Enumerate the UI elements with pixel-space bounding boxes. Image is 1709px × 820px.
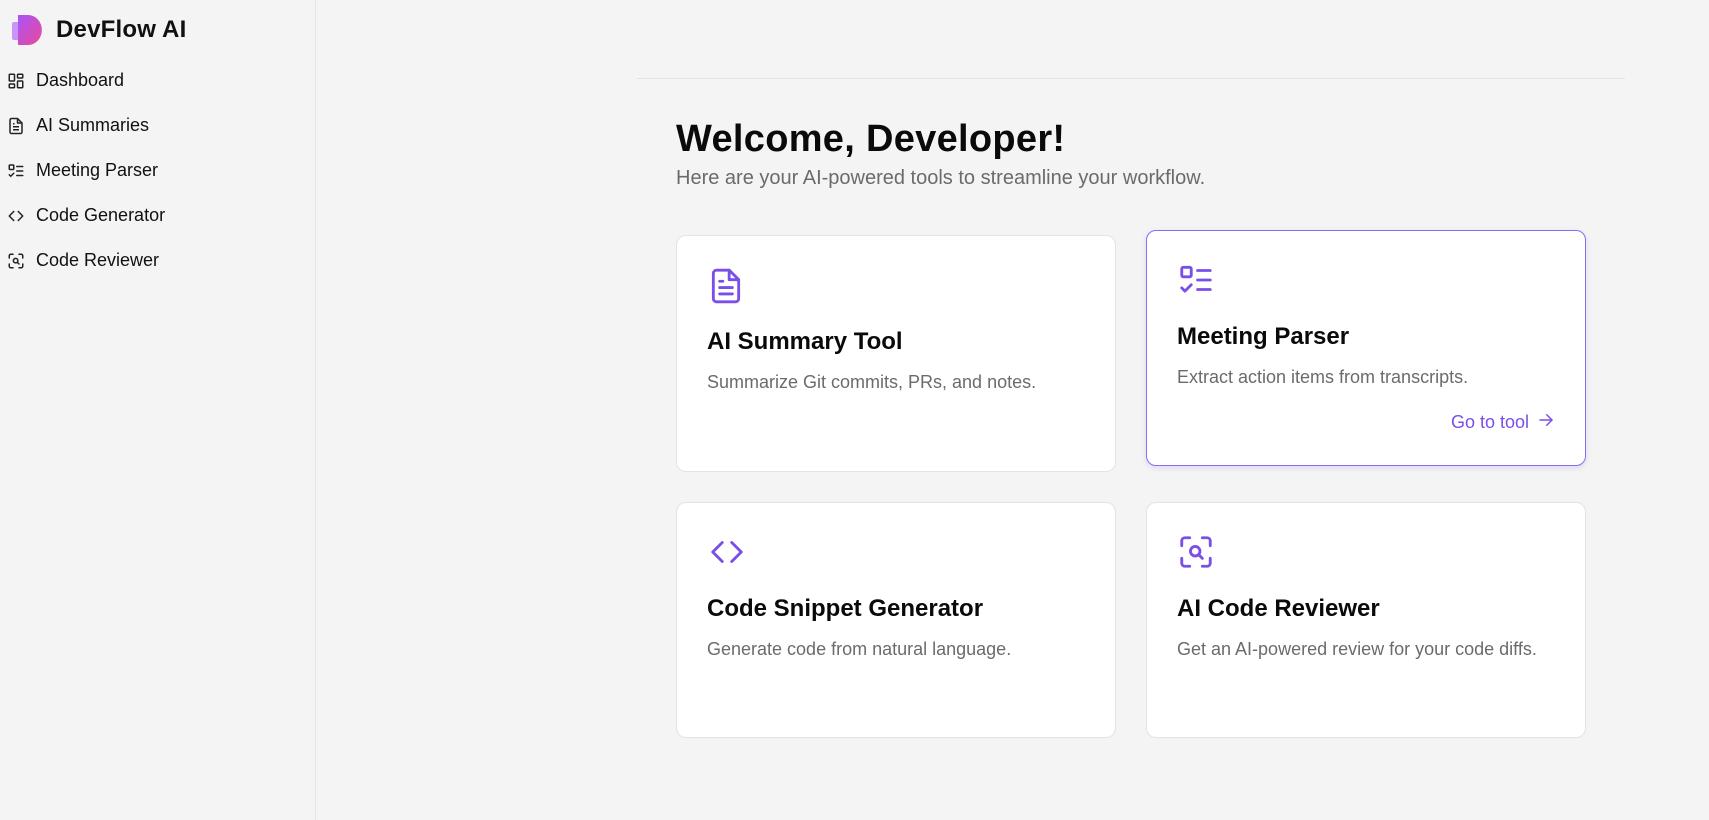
code-brackets-icon [707, 533, 745, 571]
card-description: Get an AI-powered review for your code d… [1177, 639, 1537, 659]
sidebar-item-label: AI Summaries [36, 115, 150, 135]
card-title: Code Snippet Generator [707, 595, 984, 622]
page-title: Welcome, Developer! [676, 118, 1066, 160]
sidebar-item-label: Dashboard [36, 70, 125, 90]
checklist-icon [6, 161, 26, 181]
sidebar: DevFlow AI Dashboard AI Summaries Meetin… [0, 0, 316, 820]
checklist-icon [1177, 261, 1215, 299]
sidebar-item-meeting-parser[interactable]: Meeting Parser [0, 148, 316, 193]
card-title: AI Code Reviewer [1177, 595, 1380, 622]
app-title: DevFlow AI [56, 16, 187, 43]
page-subtitle: Here are your AI-powered tools to stream… [676, 167, 1206, 189]
sidebar-nav: Dashboard AI Summaries Meeting Parser Co… [0, 58, 316, 283]
card-description: Summarize Git commits, PRs, and notes. [707, 372, 1037, 392]
sidebar-item-ai-summaries[interactable]: AI Summaries [0, 103, 316, 148]
sidebar-item-label: Code Generator [36, 205, 166, 225]
sidebar-item-code-reviewer[interactable]: Code Reviewer [0, 238, 316, 283]
document-icon [707, 266, 745, 304]
go-to-tool-label: Go to tool [1450, 412, 1529, 432]
card-title: AI Summary Tool [707, 328, 903, 355]
scan-search-icon [6, 251, 26, 271]
sidebar-item-label: Meeting Parser [36, 160, 159, 180]
header-divider [637, 78, 1625, 79]
go-to-tool-link[interactable]: Go to tool [1451, 411, 1555, 434]
brand[interactable]: DevFlow AI [10, 13, 186, 47]
devflow-logo-icon [10, 13, 42, 47]
sidebar-item-label: Code Reviewer [36, 250, 160, 270]
tool-card-code-snippet-generator[interactable]: Code Snippet Generator Generate code fro… [676, 502, 1116, 738]
card-title: Meeting Parser [1177, 323, 1350, 350]
document-icon [6, 116, 26, 136]
tool-card-ai-summary[interactable]: AI Summary Tool Summarize Git commits, P… [676, 235, 1116, 472]
dashboard-grid-icon [6, 71, 26, 91]
code-brackets-icon [6, 206, 26, 226]
card-description: Generate code from natural language. [707, 639, 1012, 659]
arrow-right-icon [1537, 411, 1555, 434]
card-description: Extract action items from transcripts. [1177, 367, 1469, 387]
tool-card-ai-code-reviewer[interactable]: AI Code Reviewer Get an AI-powered revie… [1146, 502, 1586, 738]
sidebar-item-code-generator[interactable]: Code Generator [0, 193, 316, 238]
scan-search-icon [1177, 533, 1215, 571]
sidebar-item-dashboard[interactable]: Dashboard [0, 58, 316, 103]
tool-card-meeting-parser[interactable]: Meeting Parser Extract action items from… [1146, 230, 1586, 466]
